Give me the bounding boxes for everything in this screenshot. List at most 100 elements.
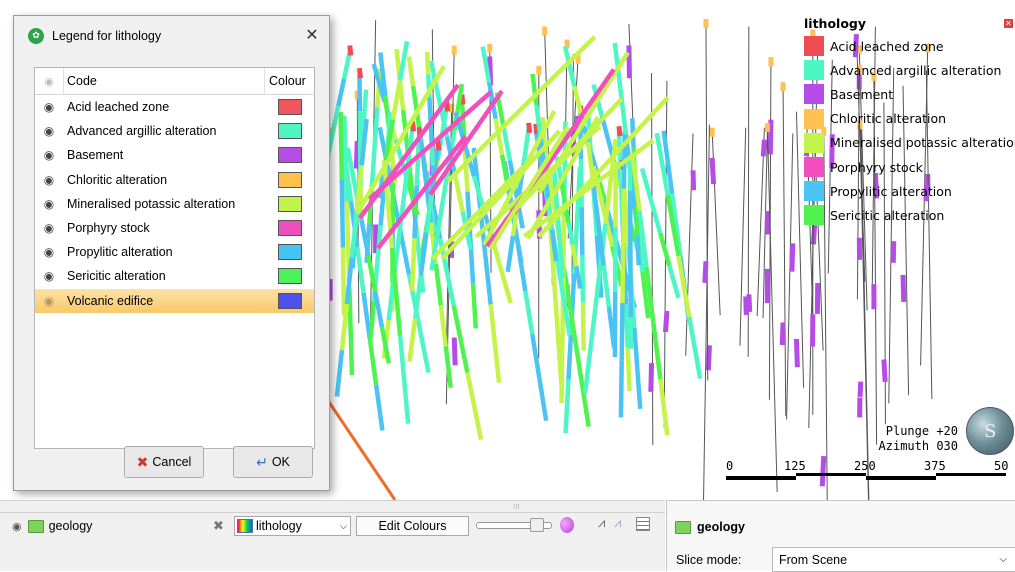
drillhole-segment[interactable] bbox=[583, 303, 584, 351]
drillhole-segment[interactable] bbox=[628, 348, 630, 391]
drillhole-segment[interactable] bbox=[532, 334, 539, 377]
splitter-grip-icon[interactable]: ⁞⁞⁞ bbox=[513, 503, 520, 511]
visibility-eye-icon[interactable]: ◉ bbox=[35, 197, 63, 211]
drillhole-segment[interactable] bbox=[585, 309, 595, 394]
navigation-globe-icon[interactable]: S bbox=[966, 407, 1014, 455]
drillhole-segment[interactable] bbox=[581, 159, 582, 207]
properties-list-icon[interactable] bbox=[636, 517, 650, 531]
drillhole-trace[interactable] bbox=[787, 133, 793, 419]
legend-row[interactable]: ◉Advanced argillic alteration bbox=[35, 119, 314, 143]
drillhole-segment[interactable] bbox=[515, 227, 521, 263]
drillhole-segment[interactable] bbox=[372, 146, 375, 185]
colour-swatch[interactable] bbox=[278, 147, 302, 163]
legend-row-code[interactable]: Mineralised potassic alteration bbox=[63, 197, 278, 211]
layer-visibility-eye-icon[interactable]: ◉ bbox=[12, 520, 22, 533]
drillhole-basement-segment[interactable] bbox=[665, 311, 666, 332]
visibility-eye-icon[interactable]: ◉ bbox=[35, 245, 63, 259]
drillhole-segment[interactable] bbox=[539, 377, 546, 420]
drillhole-basement-segment[interactable] bbox=[454, 338, 455, 366]
drillhole-segment[interactable] bbox=[626, 305, 628, 348]
drillhole-segment[interactable] bbox=[502, 271, 511, 303]
legend-row[interactable]: ◉Porphyry stock bbox=[35, 216, 314, 240]
drillhole-segment[interactable] bbox=[441, 305, 446, 346]
drillhole-basement-segment[interactable] bbox=[712, 158, 713, 184]
drillhole-segment[interactable] bbox=[376, 385, 382, 431]
slice-mode-dropdown[interactable]: From Scene ⌵ bbox=[772, 547, 1015, 572]
colour-swatch[interactable] bbox=[278, 172, 302, 188]
layer-name[interactable]: geology bbox=[49, 519, 93, 533]
column-header-colour[interactable]: Colour bbox=[264, 68, 314, 95]
drillhole-segment[interactable] bbox=[621, 360, 622, 417]
material-sphere-icon[interactable] bbox=[560, 517, 574, 533]
drillhole-segment[interactable] bbox=[455, 174, 463, 212]
legend-row[interactable]: ◉Acid leached zone bbox=[35, 95, 314, 119]
visibility-eye-icon[interactable]: ◉ bbox=[35, 148, 63, 162]
drillhole-basement-segment[interactable] bbox=[746, 296, 747, 315]
drillhole-basement-segment[interactable] bbox=[884, 359, 885, 381]
drillhole-segment[interactable] bbox=[439, 177, 447, 224]
drillhole-segment[interactable] bbox=[669, 265, 678, 297]
drillhole-segment[interactable] bbox=[375, 107, 378, 146]
drillhole-segment[interactable] bbox=[619, 132, 621, 175]
drillhole-segment[interactable] bbox=[634, 328, 640, 409]
legend-row-code[interactable]: Basement bbox=[63, 148, 278, 162]
visibility-eye-icon[interactable]: ◉ bbox=[35, 100, 63, 114]
drillhole-basement-segment[interactable] bbox=[792, 243, 793, 271]
drillhole-basement-segment[interactable] bbox=[629, 45, 630, 78]
drillhole-segment[interactable] bbox=[653, 323, 660, 379]
drillhole-segment[interactable] bbox=[429, 97, 430, 120]
drillhole-segment[interactable] bbox=[427, 52, 428, 75]
wireframe-mode-icon[interactable]: ⩘ bbox=[614, 515, 621, 531]
legend-row[interactable]: ◉Chloritic alteration bbox=[35, 168, 314, 192]
drillhole-segment[interactable] bbox=[525, 291, 532, 334]
drillhole-segment[interactable] bbox=[660, 233, 669, 265]
drillhole-basement-segment[interactable] bbox=[782, 322, 783, 344]
drillhole-segment[interactable] bbox=[338, 79, 344, 106]
drillhole-segment[interactable] bbox=[389, 281, 394, 320]
legend-row[interactable]: ◉Sericitic alteration bbox=[35, 264, 314, 288]
dialog-titlebar[interactable]: ✿ Legend for lithology ✕ bbox=[14, 16, 329, 56]
drillhole-segment[interactable] bbox=[436, 264, 441, 305]
legend-row-code[interactable]: Propylitic alteration bbox=[63, 245, 278, 259]
drillhole-segment[interactable] bbox=[566, 380, 569, 433]
drillhole-segment[interactable] bbox=[409, 319, 415, 362]
drillhole-segment[interactable] bbox=[582, 207, 583, 255]
drillhole-segment[interactable] bbox=[400, 336, 408, 424]
drillhole-segment[interactable] bbox=[576, 266, 580, 288]
drillhole-segment[interactable] bbox=[343, 248, 344, 316]
legend-row-code[interactable]: Acid leached zone bbox=[63, 100, 278, 114]
drillhole-segment[interactable] bbox=[341, 112, 342, 180]
legend-row-code[interactable]: Sericitic alteration bbox=[63, 269, 278, 283]
legend-row[interactable]: ◉Volcanic edifice bbox=[35, 289, 314, 313]
drillhole-segment[interactable] bbox=[473, 283, 476, 329]
column-header-code[interactable]: Code bbox=[63, 68, 264, 95]
visibility-eye-icon[interactable]: ◉ bbox=[35, 294, 63, 308]
drillhole-segment[interactable] bbox=[637, 236, 638, 265]
drillhole-segment[interactable] bbox=[622, 303, 623, 360]
panel-splitter[interactable]: ⁞⁞⁞ bbox=[0, 500, 665, 512]
drillhole-segment[interactable] bbox=[622, 246, 623, 303]
drillhole-segment[interactable] bbox=[508, 236, 513, 272]
drillhole-segment[interactable] bbox=[467, 373, 481, 440]
drillhole-basement-segment[interactable] bbox=[708, 345, 709, 370]
drillhole-segment[interactable] bbox=[491, 304, 499, 382]
drillhole-segment[interactable] bbox=[421, 140, 426, 181]
drillhole-basement-segment[interactable] bbox=[903, 275, 904, 302]
legend-row-code[interactable]: Volcanic edifice bbox=[63, 294, 278, 308]
legend-row[interactable]: ◉Mineralised potassic alteration bbox=[35, 192, 314, 216]
colour-by-dropdown[interactable]: lithology ⌵ bbox=[234, 516, 351, 536]
legend-row-code[interactable]: Advanced argillic alteration bbox=[63, 124, 278, 138]
drillhole-segment[interactable] bbox=[623, 189, 624, 246]
drillhole-segment[interactable] bbox=[642, 168, 651, 200]
legend-row[interactable]: ◉Propylitic alteration bbox=[35, 240, 314, 264]
cancel-button[interactable]: ✖ Cancel bbox=[124, 446, 204, 478]
drillhole-segment[interactable] bbox=[342, 180, 343, 248]
drillhole-segment[interactable] bbox=[419, 323, 429, 372]
drillhole-acid-segment[interactable] bbox=[529, 123, 530, 133]
drillhole-segment[interactable] bbox=[370, 339, 376, 385]
drillhole-segment[interactable] bbox=[349, 289, 352, 375]
drillhole-basement-segment[interactable] bbox=[693, 170, 694, 190]
legend-row-code[interactable]: Chloritic alteration bbox=[63, 173, 278, 187]
drillhole-segment[interactable] bbox=[412, 238, 414, 291]
drillhole-segment[interactable] bbox=[636, 206, 637, 235]
